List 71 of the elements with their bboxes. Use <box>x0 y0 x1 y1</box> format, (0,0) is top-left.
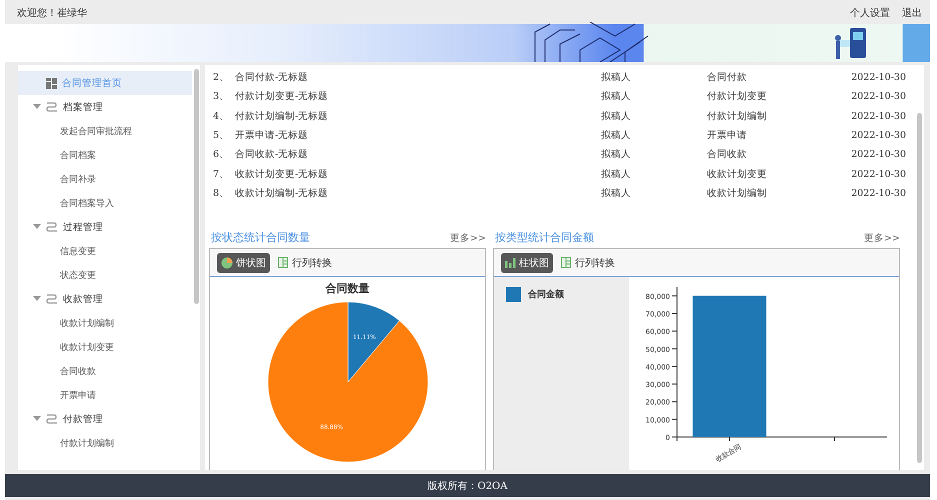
date-cell: 2022-10-30 <box>851 130 906 142</box>
date-cell: 2022-10-30 <box>851 168 906 180</box>
nav-item[interactable]: 合同收款 <box>18 359 192 383</box>
table-icon <box>278 257 288 268</box>
type-cell-text: 付款计划编制 <box>707 110 768 123</box>
role-cell-text: 拟稿人 <box>601 168 632 181</box>
nav-group[interactable]: 档案管理 <box>18 95 192 119</box>
more-link[interactable]: 更多>> <box>864 232 900 246</box>
nav-item[interactable]: 状态变更 <box>18 263 192 287</box>
top-link[interactable]: 退出 <box>902 8 922 19</box>
task-link[interactable]: 合同收款-无标题 <box>235 148 601 162</box>
row-number: 2、 <box>213 71 230 84</box>
nav-group[interactable]: 收款管理 <box>18 287 192 311</box>
row-number: 4、 <box>213 110 230 123</box>
date-cell: 2022-10-30 <box>851 91 906 102</box>
type-cell-text: 合同付款 <box>707 71 748 84</box>
nav-item[interactable]: 信息变更 <box>18 239 192 263</box>
table-icon <box>561 257 571 268</box>
flow-icon <box>46 413 58 425</box>
nav-group[interactable]: 过程管理 <box>18 215 192 239</box>
date-cell: 2022-10-30 <box>851 149 906 160</box>
task-link[interactable]: 收款计划变更-无标题 <box>235 168 601 181</box>
task-link[interactable]: 开票申请-无标题 <box>235 129 601 142</box>
flow-icon <box>46 101 58 113</box>
chart-type-button[interactable]: 柱状图 <box>501 252 553 273</box>
top-link[interactable]: 个人设置 <box>850 8 890 19</box>
type-cell-text: 合同收款 <box>707 148 748 162</box>
date-cell: 2022-10-30 <box>851 110 906 122</box>
nav-item[interactable]: 合同档案导入 <box>18 191 192 215</box>
role-cell-text: 拟稿人 <box>601 129 632 142</box>
more-link[interactable]: 更多>> <box>450 232 486 246</box>
type-cell-text: 收款计划变更 <box>707 168 768 181</box>
task-link[interactable]: 付款计划编制-无标题 <box>235 110 601 123</box>
date-cell: 2022-10-30 <box>851 72 906 84</box>
role-cell-text: 拟稿人 <box>601 148 632 162</box>
nav-item[interactable]: 收款计划变更 <box>18 335 192 359</box>
legend-label: 合同金额 <box>528 288 564 302</box>
row-number: 3、 <box>213 90 230 104</box>
task-link[interactable]: 合同付款-无标题 <box>235 71 601 84</box>
transpose-button[interactable]: 行列转换 <box>278 256 332 270</box>
task-link[interactable]: 付款计划变更-无标题 <box>235 90 601 104</box>
nav-item[interactable]: 开票申请 <box>18 383 192 407</box>
type-cell-text: 收款计划编制 <box>707 186 768 200</box>
dashboard-icon <box>46 78 57 88</box>
flow-icon <box>46 293 58 305</box>
type-cell-text: 付款计划变更 <box>707 90 768 104</box>
role-cell-text: 拟稿人 <box>601 71 632 84</box>
role-cell-text: 拟稿人 <box>601 186 632 200</box>
pie-chart-icon <box>221 256 233 269</box>
role-cell-text: 拟稿人 <box>601 90 632 104</box>
nav-item[interactable]: 收款计划编制 <box>18 311 192 335</box>
chart-title: 合同数量 <box>326 281 370 296</box>
row-number: 6、 <box>213 148 230 162</box>
bar-chart-icon <box>505 257 516 268</box>
chart-type-button[interactable]: 饼状图 <box>217 252 270 273</box>
nav-item[interactable]: 发起合同审批流程 <box>18 119 192 143</box>
welcome-text: 欢迎您！崔绿华 <box>17 6 87 21</box>
nav-item[interactable]: 付款计划编制 <box>18 431 192 455</box>
role-cell-text: 拟稿人 <box>601 110 632 123</box>
row-number: 5、 <box>213 129 230 142</box>
row-number: 8、 <box>213 186 230 200</box>
copyright-text: 版权所有：O2OA <box>428 480 508 492</box>
flow-icon <box>46 221 58 233</box>
type-cell-text: 开票申请 <box>707 129 748 142</box>
nav-group[interactable]: 付款管理 <box>18 407 192 431</box>
nav-item[interactable]: 合同补录 <box>18 167 192 191</box>
date-cell: 2022-10-30 <box>851 188 906 199</box>
nav-item[interactable]: 合同档案 <box>18 143 192 167</box>
task-link[interactable]: 收款计划编制-无标题 <box>235 186 601 200</box>
row-number: 7、 <box>213 168 230 181</box>
transpose-button[interactable]: 行列转换 <box>561 256 615 270</box>
